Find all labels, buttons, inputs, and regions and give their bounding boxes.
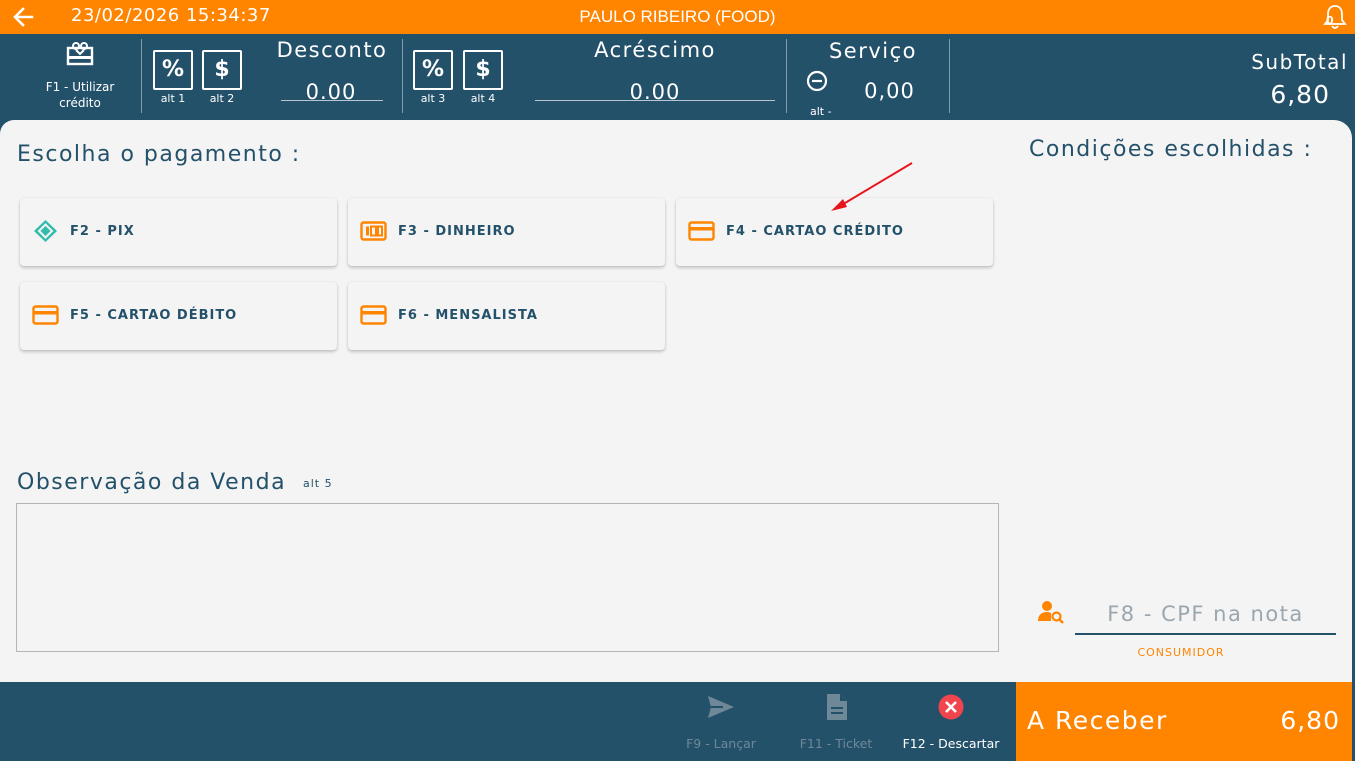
use-credit-label: F1 - Utilizar crédito (45, 80, 115, 110)
launch-button[interactable]: F9 - Lançar (676, 682, 766, 761)
discount-amount-button[interactable]: $ (202, 50, 242, 90)
minus-circle-icon (806, 70, 828, 92)
back-button[interactable] (10, 4, 38, 30)
payment-pix-button[interactable]: F2 - PIX (20, 198, 337, 266)
datetime: 23/02/2026 15:34:37 (71, 5, 271, 26)
cpf-input[interactable] (1075, 595, 1336, 635)
payment-debit-card-button[interactable]: F5 - CARTAO DÉBITO (20, 282, 337, 350)
totals-header: F1 - Utilizar crédito % alt 1 $ alt 2 De… (0, 34, 1355, 120)
document-icon (827, 694, 847, 720)
ticket-button[interactable]: F11 - Ticket (791, 682, 881, 761)
observation-textarea[interactable] (16, 503, 999, 652)
surcharge-amount-button[interactable]: $ (463, 50, 503, 90)
observation-title: Observação da Venda (17, 470, 287, 495)
credit-card-icon (688, 221, 715, 241)
ticket-label: F11 - Ticket (799, 736, 873, 751)
top-bar: 23/02/2026 15:34:37 PAULO RIBEIRO (FOOD)… (0, 0, 1355, 34)
payment-debit-card-label: F5 - CARTAO DÉBITO (70, 308, 238, 323)
service-shortcut: alt - (810, 105, 832, 118)
divider (141, 39, 142, 113)
payment-cash-label: F3 - DINHEIRO (398, 224, 516, 239)
service-value: 0,00 (864, 79, 915, 103)
subtotal-value: 6,80 (1270, 80, 1330, 109)
discount-percent-button[interactable]: % (153, 50, 193, 90)
service-remove-button[interactable] (806, 70, 828, 92)
pix-icon (34, 220, 57, 242)
surcharge-percent-shortcut: alt 3 (420, 92, 446, 105)
launch-label: F9 - Lançar (686, 736, 756, 751)
payment-credit-card-button[interactable]: F4 - CARTAO CRÉDITO (676, 198, 993, 266)
service-title: Serviço (828, 39, 918, 63)
arrow-left-icon (13, 7, 34, 27)
receive-label: A Receber (1027, 706, 1168, 735)
surcharge-amount-shortcut: alt 4 (470, 92, 496, 105)
surcharge-underline (535, 100, 775, 101)
discount-amount-shortcut: alt 2 (209, 92, 235, 105)
divider (402, 39, 403, 113)
divider (786, 39, 787, 113)
close-circle-icon (938, 694, 964, 720)
discard-label: F12 - Descartar (902, 736, 1000, 751)
discount-percent-shortcut: alt 1 (160, 92, 186, 105)
observation-shortcut: alt 5 (303, 477, 333, 490)
receive-button[interactable]: A Receber 6,80 (1016, 682, 1352, 761)
receive-value: 6,80 (1280, 706, 1340, 735)
credit-card-icon (360, 305, 387, 325)
subtotal-label: SubTotal (1251, 50, 1348, 74)
user-search-icon (1038, 601, 1064, 624)
credit-card-icon (32, 305, 59, 325)
money-icon (360, 221, 387, 241)
payment-monthly-label: F6 - MENSALISTA (398, 308, 538, 323)
consumer-search-button[interactable] (1037, 599, 1065, 625)
payment-credit-card-label: F4 - CARTAO CRÉDITO (726, 224, 904, 239)
notification-count: 0 (1326, 14, 1334, 27)
use-credit-button[interactable]: F1 - Utilizar crédito (30, 40, 130, 111)
discount-underline (281, 100, 383, 101)
payment-monthly-button[interactable]: F6 - MENSALISTA (348, 282, 665, 350)
gift-card-icon (66, 42, 94, 66)
payment-cash-button[interactable]: F3 - DINHEIRO (348, 198, 665, 266)
payment-title: Escolha o pagamento : (17, 142, 301, 167)
consumer-label: CONSUMIDOR (1137, 646, 1225, 659)
payment-pix-label: F2 - PIX (70, 224, 135, 239)
divider (949, 39, 950, 113)
conditions-title: Condições escolhidas : (1029, 137, 1313, 162)
discount-title: Desconto (276, 38, 388, 62)
surcharge-percent-button[interactable]: % (413, 50, 453, 90)
surcharge-title: Acréscimo (594, 38, 716, 62)
send-icon (708, 696, 734, 718)
discard-button[interactable]: F12 - Descartar (896, 682, 1006, 761)
